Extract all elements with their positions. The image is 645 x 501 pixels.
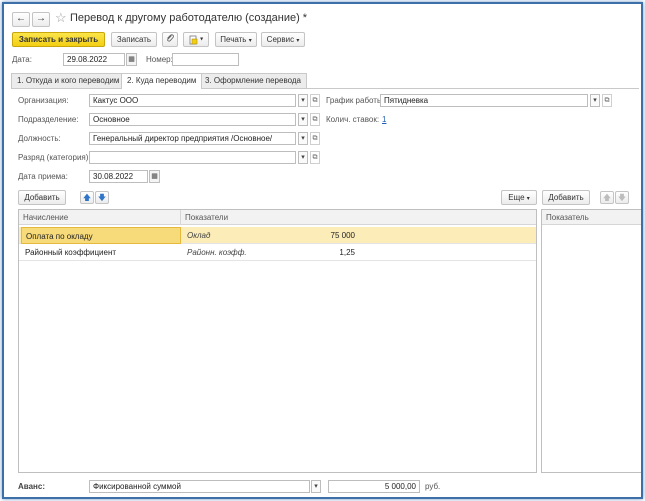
chevron-down-icon: ▾ bbox=[296, 38, 300, 44]
schedule-label: График работы: bbox=[326, 96, 385, 105]
number-label: Номер: bbox=[146, 55, 173, 64]
grade-field[interactable] bbox=[89, 151, 296, 164]
advance-type-dropdown-icon[interactable]: ▾ bbox=[311, 480, 321, 493]
table-header: Показатель bbox=[542, 210, 641, 225]
tab-divider bbox=[11, 88, 639, 89]
hire-date-label: Дата приема: bbox=[18, 172, 68, 181]
currency-label: руб. bbox=[425, 482, 441, 491]
organization-dropdown-icon[interactable]: ▾ bbox=[298, 94, 308, 107]
accruals-table: Начисление Показатели Оплата по окладу О… bbox=[18, 209, 537, 473]
favorite-star-icon[interactable]: ☆ bbox=[55, 10, 67, 26]
tab-from-whom[interactable]: 1. Откуда и кого переводим bbox=[11, 73, 126, 88]
indicator-name[interactable]: Оклад bbox=[183, 227, 293, 244]
department-field[interactable]: Основное bbox=[89, 113, 296, 126]
more-button[interactable]: Еще ▾ bbox=[501, 190, 537, 205]
date-field[interactable]: 29.08.2022 bbox=[63, 53, 125, 66]
date-label: Дата: bbox=[12, 55, 32, 64]
back-button[interactable]: ← bbox=[12, 12, 30, 27]
rates-link[interactable]: 1 bbox=[382, 114, 386, 126]
add-accrual-button[interactable]: Добавить bbox=[18, 190, 66, 205]
add-indicator-button[interactable]: Добавить bbox=[542, 190, 590, 205]
indicators-table: Показатель bbox=[541, 209, 641, 473]
column-header-indicator[interactable]: Показатель bbox=[542, 210, 641, 225]
indicator-value[interactable]: 1,25 bbox=[293, 244, 359, 261]
service-label: Сервис bbox=[266, 35, 295, 44]
accrual-name[interactable]: Оплата по окладу bbox=[21, 227, 181, 244]
calendar-icon[interactable]: ▦ bbox=[149, 170, 160, 183]
move-up-icon[interactable]: 🡅 bbox=[80, 191, 94, 204]
document-window: ← → ☆ Перевод к другому работодателю (со… bbox=[2, 2, 643, 499]
create-based-on-button[interactable]: ▾ bbox=[183, 32, 209, 47]
grade-label: Разряд (категория): bbox=[18, 153, 91, 162]
print-label: Печать bbox=[220, 35, 247, 44]
document-icon bbox=[189, 35, 198, 45]
chevron-down-icon: ▾ bbox=[248, 38, 252, 44]
table-row[interactable]: Районный коэффициент Районн. коэфф. 1,25 bbox=[19, 244, 536, 261]
service-button[interactable]: Сервис ▾ bbox=[261, 32, 305, 47]
rates-label: Колич. ставок: bbox=[326, 115, 380, 124]
forward-button[interactable]: → bbox=[32, 12, 50, 27]
organization-open-icon[interactable]: ⧉ bbox=[310, 94, 320, 107]
forward-arrow-icon: → bbox=[36, 13, 46, 24]
schedule-open-icon[interactable]: ⧉ bbox=[602, 94, 612, 107]
position-field[interactable]: Генеральный директор предприятия /Основн… bbox=[89, 132, 296, 145]
indicator-name[interactable]: Районн. коэфф. bbox=[183, 244, 293, 261]
move-down-icon[interactable]: 🡇 bbox=[615, 191, 629, 204]
save-button[interactable]: Записать bbox=[111, 32, 157, 47]
more-label: Еще bbox=[508, 193, 525, 202]
advance-amount-field[interactable]: 5 000,00 bbox=[328, 480, 420, 493]
number-field[interactable] bbox=[172, 53, 239, 66]
advance-type-field[interactable]: Фиксированной суммой bbox=[89, 480, 310, 493]
chevron-down-icon: ▾ bbox=[200, 36, 204, 43]
attach-button[interactable] bbox=[162, 32, 178, 47]
print-button[interactable]: Печать ▾ bbox=[215, 32, 257, 47]
indicator-value[interactable]: 75 000 bbox=[293, 227, 359, 244]
grade-open-icon[interactable]: ⧉ bbox=[310, 151, 320, 164]
schedule-field[interactable]: Пятидневка bbox=[380, 94, 588, 107]
save-and-close-button[interactable]: Записать и закрыть bbox=[12, 32, 105, 47]
position-open-icon[interactable]: ⧉ bbox=[310, 132, 320, 145]
back-arrow-icon: ← bbox=[16, 13, 26, 24]
move-down-icon[interactable]: 🡇 bbox=[95, 191, 109, 204]
department-label: Подразделение: bbox=[18, 115, 79, 124]
grade-dropdown-icon[interactable]: ▾ bbox=[298, 151, 308, 164]
position-dropdown-icon[interactable]: ▾ bbox=[298, 132, 308, 145]
schedule-dropdown-icon[interactable]: ▾ bbox=[590, 94, 600, 107]
column-header-indicators[interactable]: Показатели bbox=[181, 210, 538, 225]
department-open-icon[interactable]: ⧉ bbox=[310, 113, 320, 126]
department-dropdown-icon[interactable]: ▾ bbox=[298, 113, 308, 126]
tab-registration[interactable]: 3. Оформление перевода bbox=[199, 73, 308, 88]
column-header-accrual[interactable]: Начисление bbox=[19, 210, 181, 225]
organization-label: Организация: bbox=[18, 96, 69, 105]
position-label: Должность: bbox=[18, 134, 61, 143]
organization-field[interactable]: Кактус ООО bbox=[89, 94, 296, 107]
advance-label: Аванс: bbox=[18, 482, 45, 491]
accrual-name[interactable]: Районный коэффициент bbox=[21, 244, 181, 261]
table-row[interactable]: Оплата по окладу Оклад 75 000 bbox=[19, 227, 536, 244]
page-title: Перевод к другому работодателю (создание… bbox=[70, 12, 308, 24]
paperclip-icon bbox=[167, 34, 174, 42]
chevron-down-icon: ▾ bbox=[526, 196, 530, 202]
calendar-icon[interactable]: ▦ bbox=[126, 53, 137, 66]
hire-date-field[interactable]: 30.08.2022 bbox=[89, 170, 148, 183]
move-up-icon[interactable]: 🡅 bbox=[600, 191, 614, 204]
tab-where-to[interactable]: 2. Куда переводим bbox=[121, 73, 203, 89]
table-header: Начисление Показатели bbox=[19, 210, 536, 225]
